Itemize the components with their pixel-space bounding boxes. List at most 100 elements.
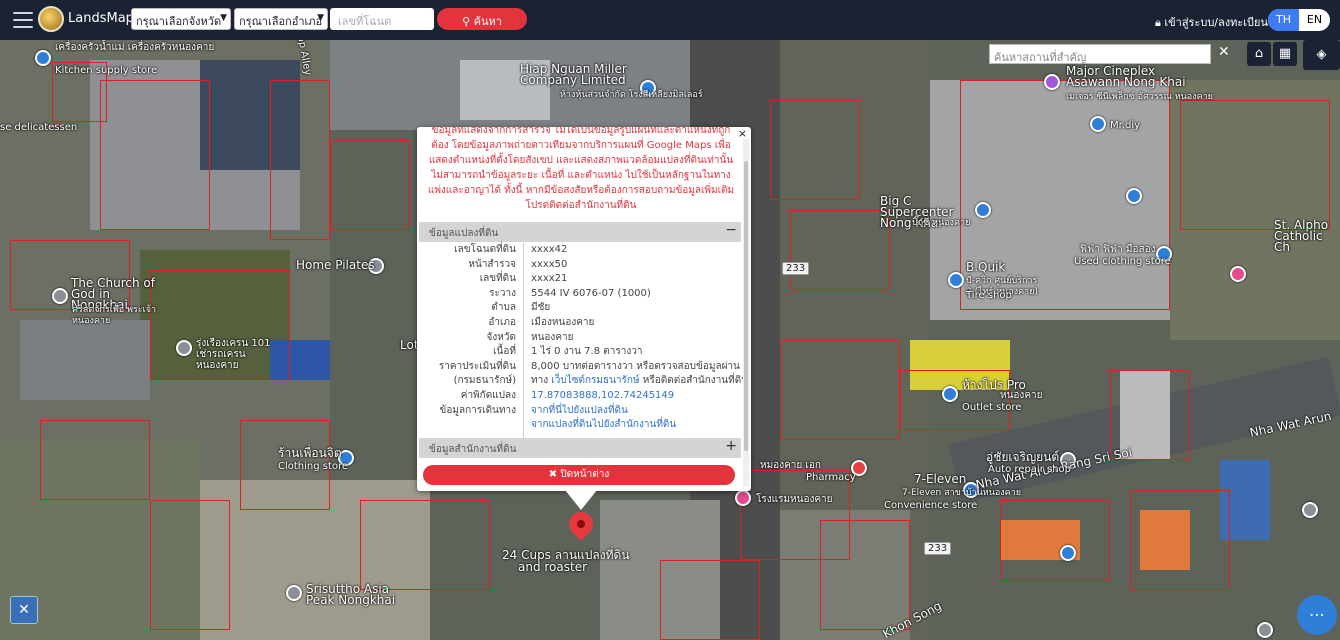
treasury-website-link[interactable]: เว็บไซต์กรมธนารักษ์ <box>551 375 639 386</box>
map-label: Auto repair shop <box>988 464 1071 475</box>
more-options-button[interactable]: ⋯ <box>1297 595 1337 635</box>
province-select-value: กรุณาเลือกจังหวัด <box>136 15 222 28</box>
store-pin-icon[interactable] <box>948 272 964 288</box>
place-pin-icon[interactable] <box>286 585 302 601</box>
info-row-label: ข้อมูลการเดินทาง <box>439 404 516 416</box>
store-pin-icon[interactable] <box>735 490 751 506</box>
app-name: LandsMaps <box>68 11 141 26</box>
info-row: ค่าพิกัดแปลง 17.87083888,102.74245149 <box>419 389 741 404</box>
land-office-header-label: ข้อมูลสำนักงานที่ดิน <box>429 444 517 455</box>
info-row: ราคาประเมินที่ดิน 8,000 บาทต่อตารางวา หรื… <box>419 360 741 375</box>
store-pin-icon[interactable] <box>1126 188 1142 204</box>
landsmaps-logo <box>38 6 64 32</box>
map-label: หมองคาย เอก <box>760 460 821 471</box>
info-row-value: 8,000 บาทต่อตารางวา หรือตรวจสอบข้อมูลผ่า… <box>531 360 740 372</box>
map-label: Tire shop <box>966 290 1012 301</box>
store-pin-icon[interactable] <box>1090 116 1106 132</box>
chevron-down-icon: ▼ <box>317 13 324 23</box>
info-row: ตำบล มีชัย <box>419 301 741 316</box>
home-icon[interactable]: ⌂ <box>1247 42 1271 66</box>
info-row-label: ราคาประเมินที่ดิน <box>438 360 516 372</box>
close-window-button[interactable]: ✖ ปิดหน้าต่าง <box>423 465 735 485</box>
grid-icon[interactable]: ▦ <box>1273 42 1297 66</box>
map-label: คริสตจักรเพื่อ พระเจ้าหนองคาย <box>72 305 157 326</box>
map-label: หนองคาย <box>1000 390 1043 401</box>
map-label: เครื่องครัวน้ำแม่ เครื่องครัวหนองคาย <box>55 42 215 53</box>
info-row-value: หรือติดต่อสำนักงานที่ดิน <box>639 375 749 387</box>
map-label: อู่ชัยเจริญยนต์ <box>986 450 1060 464</box>
map-label: เมเจอร์ ซีนีเพล็กซ์ อัศวรรณ หนองคาย <box>1066 92 1213 102</box>
search-button[interactable]: ⚲ ค้นหา <box>437 8 527 30</box>
road-number-label: 233 <box>782 262 810 275</box>
lock-icon: 🔒︎ <box>1155 16 1161 29</box>
info-row-label: เลขที่ดิน <box>479 273 516 285</box>
district-select[interactable]: กรุณาเลือกอำเภอ ▼ <box>234 8 328 30</box>
parcel-location-marker[interactable] <box>564 507 598 541</box>
map-label: 7-Eleven <box>914 472 967 486</box>
info-row-value: หนองคาย <box>531 331 574 343</box>
place-pin-icon[interactable] <box>1302 502 1318 518</box>
info-row-value: xxxx50 <box>531 258 568 270</box>
info-row-label: จังหวัด <box>486 331 516 343</box>
info-row-label: อำเภอ <box>488 316 516 328</box>
info-row: ข้อมูลการเดินทาง จากที่นี่ไปยังแปลงที่ดิน <box>419 404 741 419</box>
parcel-info-popup: × ข้อมูลที่แสดงจากการสำรวจ ไม่ได้เป็นข้อ… <box>417 127 751 491</box>
parking-pin-icon[interactable] <box>1060 545 1076 561</box>
land-office-header[interactable]: ข้อมูลสำนักงานที่ดิน + <box>419 438 741 458</box>
store-pin-icon[interactable] <box>942 386 958 402</box>
info-row-label: หน้าสำรวจ <box>468 258 516 270</box>
church-pin-icon[interactable] <box>52 288 68 304</box>
info-row: หน้าสำรวจ xxxx50 <box>419 258 741 273</box>
map-label: and roaster <box>518 560 588 574</box>
clear-search-icon[interactable]: ✕ <box>1218 44 1230 60</box>
map-label: Convenience store <box>884 500 978 511</box>
parcel-info-header[interactable]: ข้อมูลแปลงที่ดิน − <box>419 222 741 242</box>
store-pin-icon[interactable] <box>1230 266 1246 282</box>
info-row-link[interactable]: จากที่นี่ไปยังแปลงที่ดิน <box>531 404 628 419</box>
map-label: Srisuttho Asia Peak Nongkhai <box>306 582 396 607</box>
province-select[interactable]: กรุณาเลือกจังหวัด ▼ <box>131 8 231 30</box>
parcel-info-header-label: ข้อมูลแปลงที่ดิน <box>429 228 499 239</box>
info-row-label: เนื้อที่ <box>493 346 516 358</box>
parcel-info-rows: เลขโฉนดที่ดิน xxxx42 หน้าสำรวจ xxxx50 เลขที่… <box>419 243 748 433</box>
info-row: จังหวัด หนองคาย <box>419 331 741 346</box>
map-label: Mr.diy <box>1110 120 1141 131</box>
popup-scrollbar[interactable] <box>743 139 749 487</box>
map-label: St. Alpho Catholic Ch <box>1274 218 1329 254</box>
popup-tail <box>565 490 597 510</box>
road-number-label: 233 <box>924 542 952 555</box>
map-label: ฟิฟ่า ฟิฟ่า มือสอง <box>1080 244 1156 255</box>
info-row-value: ทาง <box>531 375 552 387</box>
info-row-label: ระวาง <box>489 287 516 299</box>
collapse-icon: − <box>725 222 737 238</box>
place-pin-icon[interactable] <box>176 340 192 356</box>
menu-icon[interactable] <box>13 12 33 28</box>
language-toggle: TH EN <box>1268 9 1330 31</box>
info-row-link[interactable]: 17.87083888,102.74245149 <box>531 389 674 404</box>
store-pin-icon[interactable] <box>35 50 51 66</box>
login-link[interactable]: 🔒︎ เข้าสู่ระบบ/ลงทะเบียน <box>1155 13 1268 31</box>
measure-tool-icon[interactable]: ✕ <box>10 596 38 624</box>
info-row-value: ทาง เว็บไซต์กรมธนารักษ์ หรือติดต่อสำนักง… <box>531 374 748 389</box>
lang-th-button[interactable]: TH <box>1268 9 1299 31</box>
info-row-label: เลขโฉนดที่ดิน <box>454 244 516 255</box>
info-row-value: มีชัย <box>531 302 551 314</box>
disclaimer-text: ข้อมูลที่แสดงจากการสำรวจ ไม่ได้เป็นข้อมู… <box>427 127 735 211</box>
info-row-label: ค่าพิกัดแปลง <box>460 389 516 401</box>
map-label: ร้านเพื่อนจิต <box>278 446 342 460</box>
map-label: 7-Eleven สาขาบ้านหนองคาย <box>902 488 1022 498</box>
lang-en-button[interactable]: EN <box>1299 9 1330 31</box>
info-row-link[interactable]: จากแปลงที่ดินไปยังสำนักงานที่ดิน <box>531 418 676 433</box>
place-search-input[interactable]: ค้นหาสถานที่สำคัญ <box>989 44 1211 64</box>
info-row-label: (กรมธนารักษ์) <box>453 375 516 387</box>
layers-icon[interactable]: ◈ <box>1303 40 1340 70</box>
place-pin-icon[interactable] <box>1257 622 1273 638</box>
map-label: se delicatessen <box>0 122 78 133</box>
expand-icon: + <box>725 438 737 454</box>
map-label: ห้างหุ้นส่วนจำกัด โรงสีเหลียงมิลเลอร์ <box>560 90 703 100</box>
map-label: Major Cineplex Asawann Nong Khai <box>1066 64 1186 89</box>
cinema-pin-icon[interactable] <box>1044 74 1060 90</box>
info-row-label: ตำบล <box>491 302 516 314</box>
info-row-value: xxxx42 <box>531 244 568 255</box>
deed-number-input[interactable]: เลขที่โฉนด <box>330 8 434 30</box>
